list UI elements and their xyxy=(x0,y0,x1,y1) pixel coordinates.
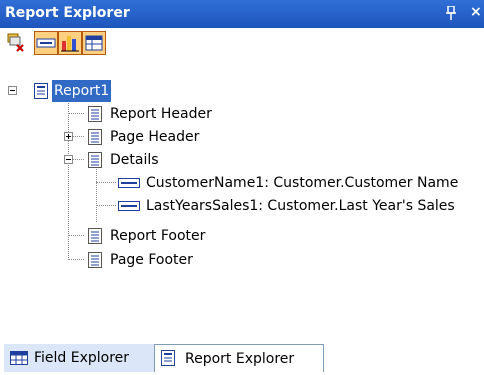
report-explorer-panel: Report Explorer × Report1 Report Header … xyxy=(0,0,484,375)
tree-node-field[interactable]: LastYearsSales1: Customer.Last Year's Sa… xyxy=(0,195,484,217)
tree-node-details[interactable]: Details xyxy=(0,149,300,171)
report-icon xyxy=(34,83,48,99)
explorer-tabs: Field Explorer Report Explorer xyxy=(0,341,484,375)
explorer-toolbar xyxy=(0,28,484,60)
tab-report-explorer[interactable]: Report Explorer xyxy=(154,344,324,372)
section-icon xyxy=(88,228,102,244)
chart-icon xyxy=(61,36,79,52)
insert-table-button[interactable] xyxy=(82,31,106,55)
field-explorer-icon xyxy=(10,351,28,365)
table-icon xyxy=(85,35,103,51)
field-icon xyxy=(118,178,140,188)
field-icon xyxy=(118,201,140,211)
tab-label: Report Explorer xyxy=(185,351,295,367)
tree-node-label: CustomerName1: Customer.Customer Name xyxy=(146,175,459,191)
tree-node-report-footer[interactable]: Report Footer xyxy=(0,225,300,247)
tree-node-report-header[interactable]: Report Header xyxy=(0,103,300,125)
remove-icon xyxy=(7,33,24,52)
pin-icon[interactable] xyxy=(446,6,456,20)
tree-node-page-header[interactable]: Page Header xyxy=(0,126,300,148)
tree-node-label: LastYearsSales1: Customer.Last Year's Sa… xyxy=(146,198,455,214)
close-icon[interactable]: × xyxy=(470,4,482,20)
section-icon xyxy=(88,152,102,168)
panel-titlebar: Report Explorer × xyxy=(0,0,484,28)
report-explorer-icon xyxy=(161,350,175,366)
insert-field-button[interactable] xyxy=(34,31,58,55)
section-icon xyxy=(88,106,102,122)
section-icon xyxy=(88,252,102,268)
report-tree: Report1 Report Header Page Header Detail… xyxy=(0,80,484,340)
field-icon xyxy=(36,38,56,48)
expand-icon[interactable] xyxy=(64,132,73,141)
section-icon xyxy=(88,129,102,145)
tree-node-label: Page Footer xyxy=(110,252,193,268)
tree-node-label: Page Header xyxy=(110,129,200,145)
tree-node-label: Details xyxy=(110,152,159,168)
collapse-icon[interactable] xyxy=(64,155,73,164)
tree-node-label: Report Header xyxy=(110,106,212,122)
tab-field-explorer[interactable]: Field Explorer xyxy=(4,344,154,372)
remove-button[interactable] xyxy=(3,31,27,55)
tab-label: Field Explorer xyxy=(34,350,130,366)
collapse-icon[interactable] xyxy=(8,86,17,95)
insert-chart-button[interactable] xyxy=(58,31,82,55)
tree-node-root[interactable]: Report1 xyxy=(0,80,300,102)
tree-node-label: Report Footer xyxy=(110,228,206,244)
tree-node-field[interactable]: CustomerName1: Customer.Customer Name xyxy=(0,172,484,194)
tree-node-label: Report1 xyxy=(52,80,112,102)
panel-title: Report Explorer xyxy=(5,5,130,21)
tree-node-page-footer[interactable]: Page Footer xyxy=(0,249,300,271)
